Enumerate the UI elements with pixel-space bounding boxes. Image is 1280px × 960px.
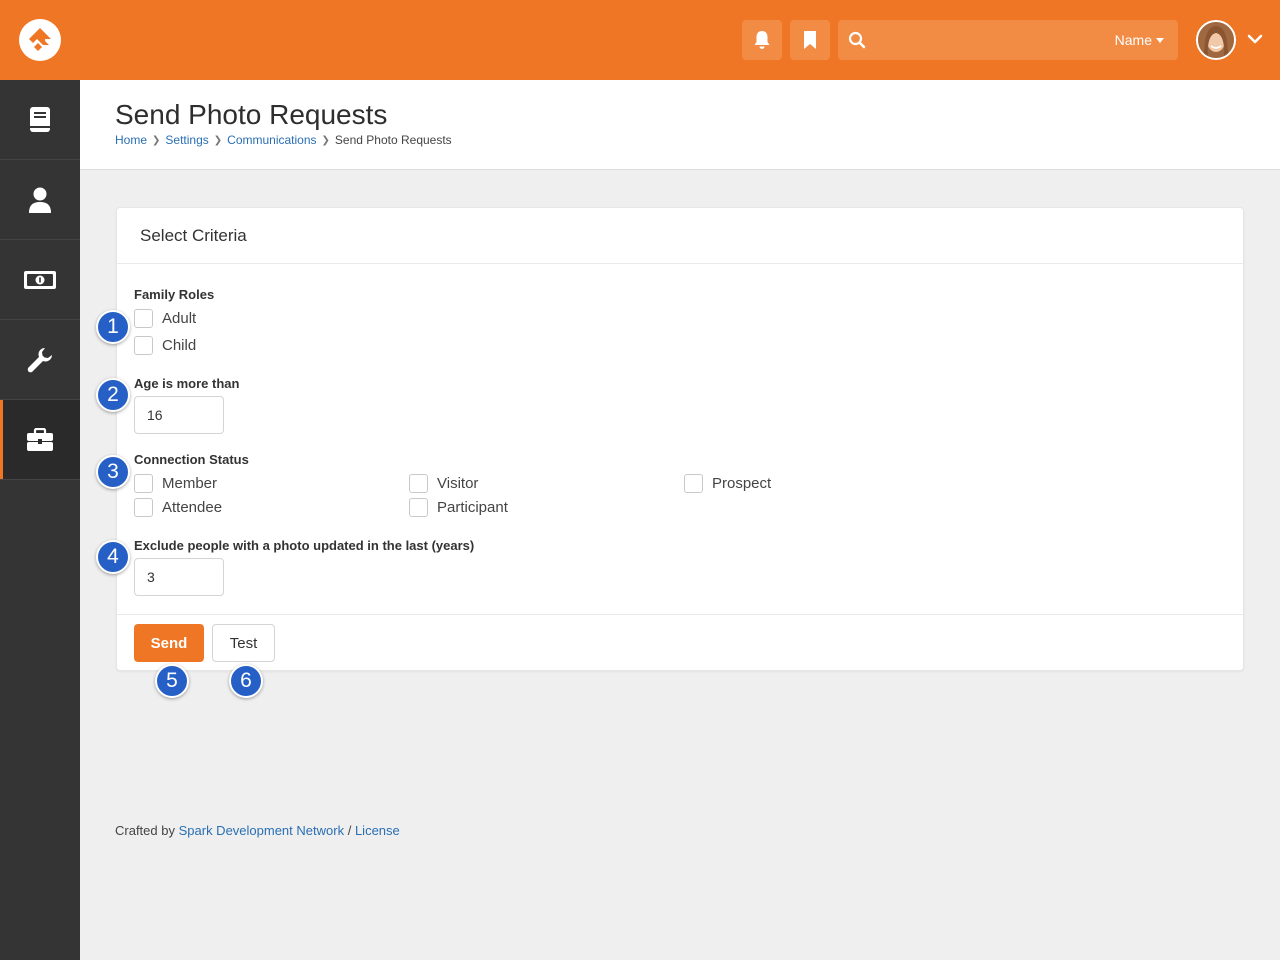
- chevron-right-icon: ❯: [152, 134, 161, 146]
- checkbox-adult[interactable]: Adult: [134, 309, 196, 328]
- panel-heading: Select Criteria: [117, 208, 1243, 264]
- avatar[interactable]: [1196, 20, 1236, 60]
- checkbox-label: Attendee: [162, 499, 223, 516]
- breadcrumb: Home ❯ Settings ❯ Communications ❯ Send …: [115, 133, 452, 147]
- family-roles-label: Family Roles: [134, 287, 215, 302]
- checkbox-box[interactable]: [409, 498, 428, 517]
- page-title: Send Photo Requests: [115, 99, 388, 130]
- sidebar-item-finance[interactable]: [0, 240, 80, 320]
- checkbox-box[interactable]: [134, 474, 153, 493]
- checkbox-label: Prospect: [712, 475, 772, 492]
- sidebar-item-admin[interactable]: [0, 400, 80, 480]
- chevron-right-icon: ❯: [321, 134, 330, 146]
- sidebar: [0, 80, 80, 960]
- callout-badge: 2: [96, 378, 130, 412]
- checkbox-participant[interactable]: Participant: [409, 498, 508, 517]
- bell-icon: [754, 31, 770, 49]
- checkbox-label: Adult: [162, 310, 197, 327]
- checkbox-prospect[interactable]: Prospect: [684, 474, 771, 493]
- callout-badge: 4: [96, 540, 130, 574]
- checkbox-visitor[interactable]: Visitor: [409, 474, 478, 493]
- checkbox-box[interactable]: [684, 474, 703, 493]
- checkbox-box[interactable]: [134, 498, 153, 517]
- panel-footer-divider: [117, 614, 1243, 615]
- top-header: Name: [0, 0, 1280, 80]
- breadcrumb-communications[interactable]: Communications: [227, 133, 316, 147]
- callout-badge: 6: [229, 664, 263, 698]
- checkbox-box[interactable]: [134, 309, 153, 328]
- checkbox-label: Member: [162, 475, 218, 492]
- exclude-years-input[interactable]: [134, 558, 224, 596]
- footer-separator: /: [347, 823, 352, 838]
- footer-org-link[interactable]: Spark Development Network: [179, 823, 344, 838]
- person-icon: [29, 187, 51, 213]
- bookmarks-button[interactable]: [790, 20, 830, 60]
- panel-title: Select Criteria: [140, 226, 247, 245]
- briefcase-icon: [27, 427, 53, 451]
- callout-badge: 3: [96, 455, 130, 489]
- sidebar-item-tools[interactable]: [0, 320, 80, 400]
- checkbox-child[interactable]: Child: [134, 336, 196, 355]
- checkbox-box[interactable]: [409, 474, 428, 493]
- page-footer: Crafted by Spark Development Network / L…: [115, 823, 400, 838]
- send-button[interactable]: Send: [134, 624, 204, 662]
- callout-badge: 5: [155, 664, 189, 698]
- rock-logo[interactable]: [19, 19, 61, 61]
- test-button[interactable]: Test: [212, 624, 275, 662]
- callout-badge: 1: [96, 310, 130, 344]
- book-icon: [30, 106, 50, 132]
- footer-prefix: Crafted by: [115, 823, 175, 838]
- age-input[interactable]: [134, 396, 224, 434]
- bookmark-icon: [804, 31, 816, 49]
- select-criteria-panel: Select Criteria: [116, 207, 1244, 671]
- caret-down-icon: [1156, 37, 1164, 43]
- chevron-right-icon: ❯: [213, 134, 223, 146]
- wrench-icon: [27, 347, 52, 372]
- rock-logo-icon: [29, 28, 51, 51]
- user-photo: [1198, 22, 1234, 58]
- sidebar-item-content[interactable]: [0, 80, 80, 160]
- checkbox-member[interactable]: Member: [134, 474, 217, 493]
- exclude-years-label: Exclude people with a photo updated in t…: [134, 538, 475, 553]
- money-icon: [24, 270, 56, 289]
- search-box[interactable]: Name: [838, 20, 1178, 60]
- checkbox-attendee[interactable]: Attendee: [134, 498, 222, 517]
- sidebar-item-people[interactable]: [0, 160, 80, 240]
- footer-license-link[interactable]: License: [355, 823, 400, 838]
- checkbox-box[interactable]: [134, 336, 153, 355]
- chevron-down-icon[interactable]: [1246, 30, 1264, 48]
- breadcrumb-current: Send Photo Requests: [334, 133, 452, 147]
- breadcrumb-home[interactable]: Home: [115, 133, 147, 147]
- checkbox-label: Participant: [437, 499, 508, 516]
- search-input[interactable]: [874, 28, 1084, 52]
- checkbox-label: Visitor: [437, 475, 479, 492]
- age-label: Age is more than: [134, 376, 240, 391]
- connection-status-label: Connection Status: [134, 452, 249, 467]
- breadcrumb-settings[interactable]: Settings: [165, 133, 208, 147]
- search-scope-label: Name: [1114, 32, 1152, 48]
- notifications-button[interactable]: [742, 20, 782, 60]
- page-header: Send Photo Requests Home ❯ Settings ❯ Co…: [80, 80, 1280, 170]
- checkbox-label: Child: [162, 337, 197, 354]
- search-icon: [848, 31, 866, 49]
- search-scope-dropdown[interactable]: Name: [1115, 32, 1164, 48]
